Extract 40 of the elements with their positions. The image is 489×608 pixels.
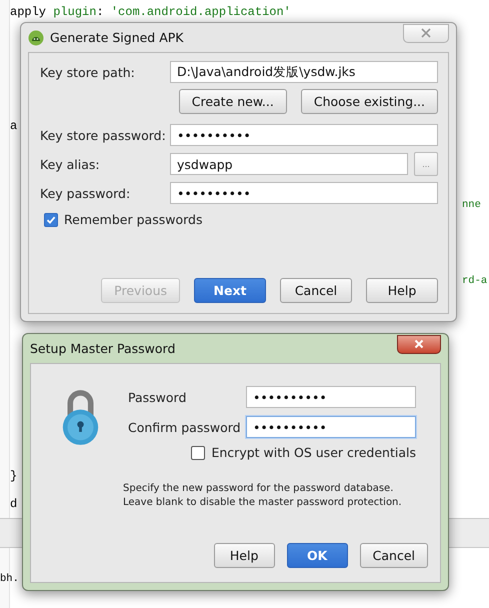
field-label: Key password: <box>40 186 132 200</box>
checkbox[interactable] <box>191 446 206 460</box>
code-line: rd-a <box>462 275 488 287</box>
code-line: bh. <box>0 573 19 585</box>
hint-text: Specify the new password for the password database. <box>123 482 394 496</box>
close-icon <box>421 28 431 38</box>
code-line: apply plugin: 'com.android.application' <box>10 5 291 19</box>
field-label: Confirm password <box>128 420 240 434</box>
field-label: Key store path: <box>40 64 136 80</box>
window-title: Setup Master Password <box>30 341 176 356</box>
input-field[interactable]: D:\Java\android发版\ysdw.jks <box>170 61 438 83</box>
code-line: nne <box>462 199 481 211</box>
keystore-button[interactable]: Create new... <box>178 89 287 114</box>
window-title: Generate Signed APK <box>50 30 185 45</box>
dialog-button[interactable]: Cancel <box>280 278 352 303</box>
checkbox-label: Remember passwords <box>64 212 202 227</box>
padlock-icon <box>61 388 100 448</box>
field-label: Password <box>128 390 188 404</box>
password-field[interactable]: •••••••••• <box>246 416 416 438</box>
android-icon <box>28 30 44 46</box>
password-field[interactable]: •••••••••• <box>246 386 416 408</box>
close-icon <box>414 339 424 349</box>
hint-text: Leave blank to disable the master password protection. <box>123 496 403 510</box>
checkbox[interactable] <box>44 212 58 226</box>
input-field[interactable]: •••••••••• <box>170 182 438 204</box>
input-field[interactable]: •••••••••• <box>170 124 438 146</box>
dialog-button[interactable]: Next <box>194 278 266 303</box>
dialog-button[interactable]: Help <box>214 543 275 568</box>
dialog-button[interactable]: Cancel <box>360 543 428 568</box>
code-line: a <box>10 119 18 133</box>
close-button[interactable] <box>397 334 441 354</box>
dialog-button[interactable]: OK <box>286 543 348 568</box>
field-label: Key alias: <box>40 156 101 172</box>
keystore-button[interactable]: Choose existing... <box>300 89 438 114</box>
dialog-button[interactable]: Help <box>366 278 438 303</box>
field-label: Key store password: <box>40 128 164 142</box>
input-field[interactable]: ysdwapp <box>170 153 408 175</box>
code-line: } <box>10 469 18 483</box>
checkbox-label: Encrypt with OS user credentials <box>211 445 416 460</box>
code-line: d <box>10 497 18 511</box>
